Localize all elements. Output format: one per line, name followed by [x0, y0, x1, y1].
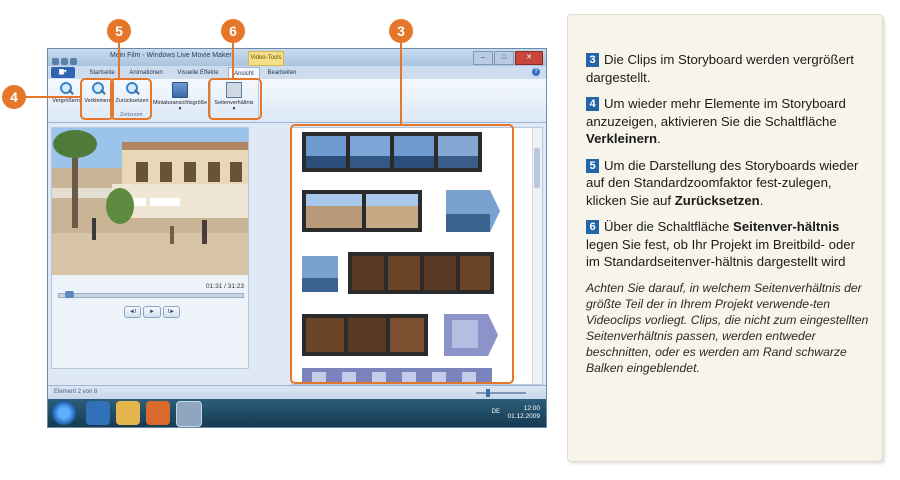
previous-frame-button[interactable]: ◄I [124, 306, 142, 318]
step-number: 3 [586, 53, 599, 67]
thumbnail-size-button[interactable]: Miniaturansichtsgröße ▾ [152, 81, 208, 112]
language-indicator[interactable]: DE [492, 409, 500, 415]
window-title: Mein Film - Windows Live Movie Maker [110, 52, 232, 59]
clock-date: 01.12.2009 [507, 413, 540, 420]
highlight-reset [110, 78, 152, 120]
highlight-storyboard [290, 124, 514, 384]
step-text-end: legen Sie fest, ob Ihr Projekt im Breitb… [586, 236, 856, 270]
instruction-step: 4 Um wieder mehr Elemente im Storyboard a… [586, 95, 871, 148]
start-button-icon[interactable] [52, 401, 76, 425]
step-text-end: . [657, 131, 661, 146]
seek-bar[interactable] [58, 291, 244, 298]
movie-maker-taskbar-icon[interactable] [176, 401, 202, 427]
instruction-panel: 3 Die Clips im Storyboard werden vergröße… [567, 14, 883, 462]
quick-access-toolbar[interactable] [52, 52, 82, 65]
callout-number-5: 5 [107, 19, 131, 43]
step-keyword: Seitenver-hältnis [733, 219, 840, 234]
step-text: Die Clips im Storyboard werden vergrößer… [586, 52, 854, 85]
instruction-text: 3 Die Clips im Storyboard werden vergröße… [586, 51, 871, 385]
media-player-icon[interactable] [146, 401, 170, 425]
window-buttons: – □ ✕ [473, 51, 543, 65]
step-text-end: . [759, 192, 764, 208]
explorer-folder-icon[interactable] [116, 401, 140, 425]
taskbar: DE 12:00 01.12.2009 [48, 399, 546, 427]
status-bar: Element 2 von 8 [48, 385, 546, 400]
zoom-slider[interactable] [456, 389, 536, 397]
zoom-in-label: Vergrößern [52, 98, 80, 104]
storyboard-scrollbar[interactable] [532, 128, 542, 384]
step-number: 4 [586, 97, 599, 111]
dropdown-arrow-icon: ▾ [178, 106, 182, 112]
zoom-in-icon [59, 82, 73, 96]
callout-number-3: 3 [389, 19, 413, 43]
step-text: Über die Schaltfläche [604, 219, 734, 234]
preview-pane: 01:31 / 31:23 ◄I ► I► [51, 127, 249, 369]
instruction-step: 5 Um die Darstellung des Storyboards wied… [586, 157, 871, 210]
clock-time: 12:00 [523, 405, 540, 412]
highlight-zoom-out [80, 78, 114, 120]
next-frame-button[interactable]: I► [162, 306, 180, 318]
tab-bearbeiten[interactable]: Bearbeiten [262, 67, 302, 79]
maximize-icon[interactable]: □ [494, 51, 514, 65]
play-button[interactable]: ► [143, 306, 161, 318]
step-number: 5 [586, 158, 599, 173]
help-icon[interactable]: ? [532, 68, 540, 76]
timecode: 01:31 / 31:23 [206, 283, 244, 290]
step-number: 6 [586, 220, 599, 234]
callout-number-4: 4 [2, 85, 26, 109]
video-tools-context-tab[interactable]: Video-Tools [248, 51, 284, 66]
seek-handle[interactable] [65, 291, 74, 298]
callout-line-5 [118, 42, 120, 78]
step-text: Um wieder mehr Elemente im Storyboard an… [586, 96, 846, 129]
callout-number-6: 6 [221, 19, 245, 43]
title-bar: Mein Film - Windows Live Movie Maker Vid… [48, 49, 546, 66]
zoom-slider-handle[interactable] [486, 389, 490, 397]
scrollbar-thumb[interactable] [534, 148, 540, 188]
step-keyword: Verkleinern [586, 131, 658, 146]
close-icon[interactable]: ✕ [515, 51, 543, 65]
callout-line-4 [25, 96, 80, 98]
callout-line-6 [232, 42, 234, 78]
instruction-step: 6 Über die Schaltfläche Seitenver-hältnis… [586, 218, 871, 271]
highlight-aspect-ratio [208, 78, 262, 120]
callout-line-3 [400, 42, 402, 124]
preview-video-frame[interactable] [52, 128, 248, 275]
file-menu-button[interactable]: ▆▾ [51, 67, 75, 78]
playback-controls: ◄I ► I► [124, 306, 180, 318]
internet-explorer-icon[interactable] [86, 401, 110, 425]
status-text: Element 2 von 8 [54, 389, 98, 395]
minimize-icon[interactable]: – [473, 51, 493, 65]
clock[interactable]: 12:00 01.12.2009 [507, 405, 540, 421]
step-keyword: Zurücksetzen [674, 192, 760, 208]
thumbnail-size-icon [172, 82, 188, 98]
instruction-step: 3 Die Clips im Storyboard werden vergröße… [586, 51, 871, 86]
note-text: Achten Sie darauf, in welchem Seitenverh… [586, 280, 869, 375]
